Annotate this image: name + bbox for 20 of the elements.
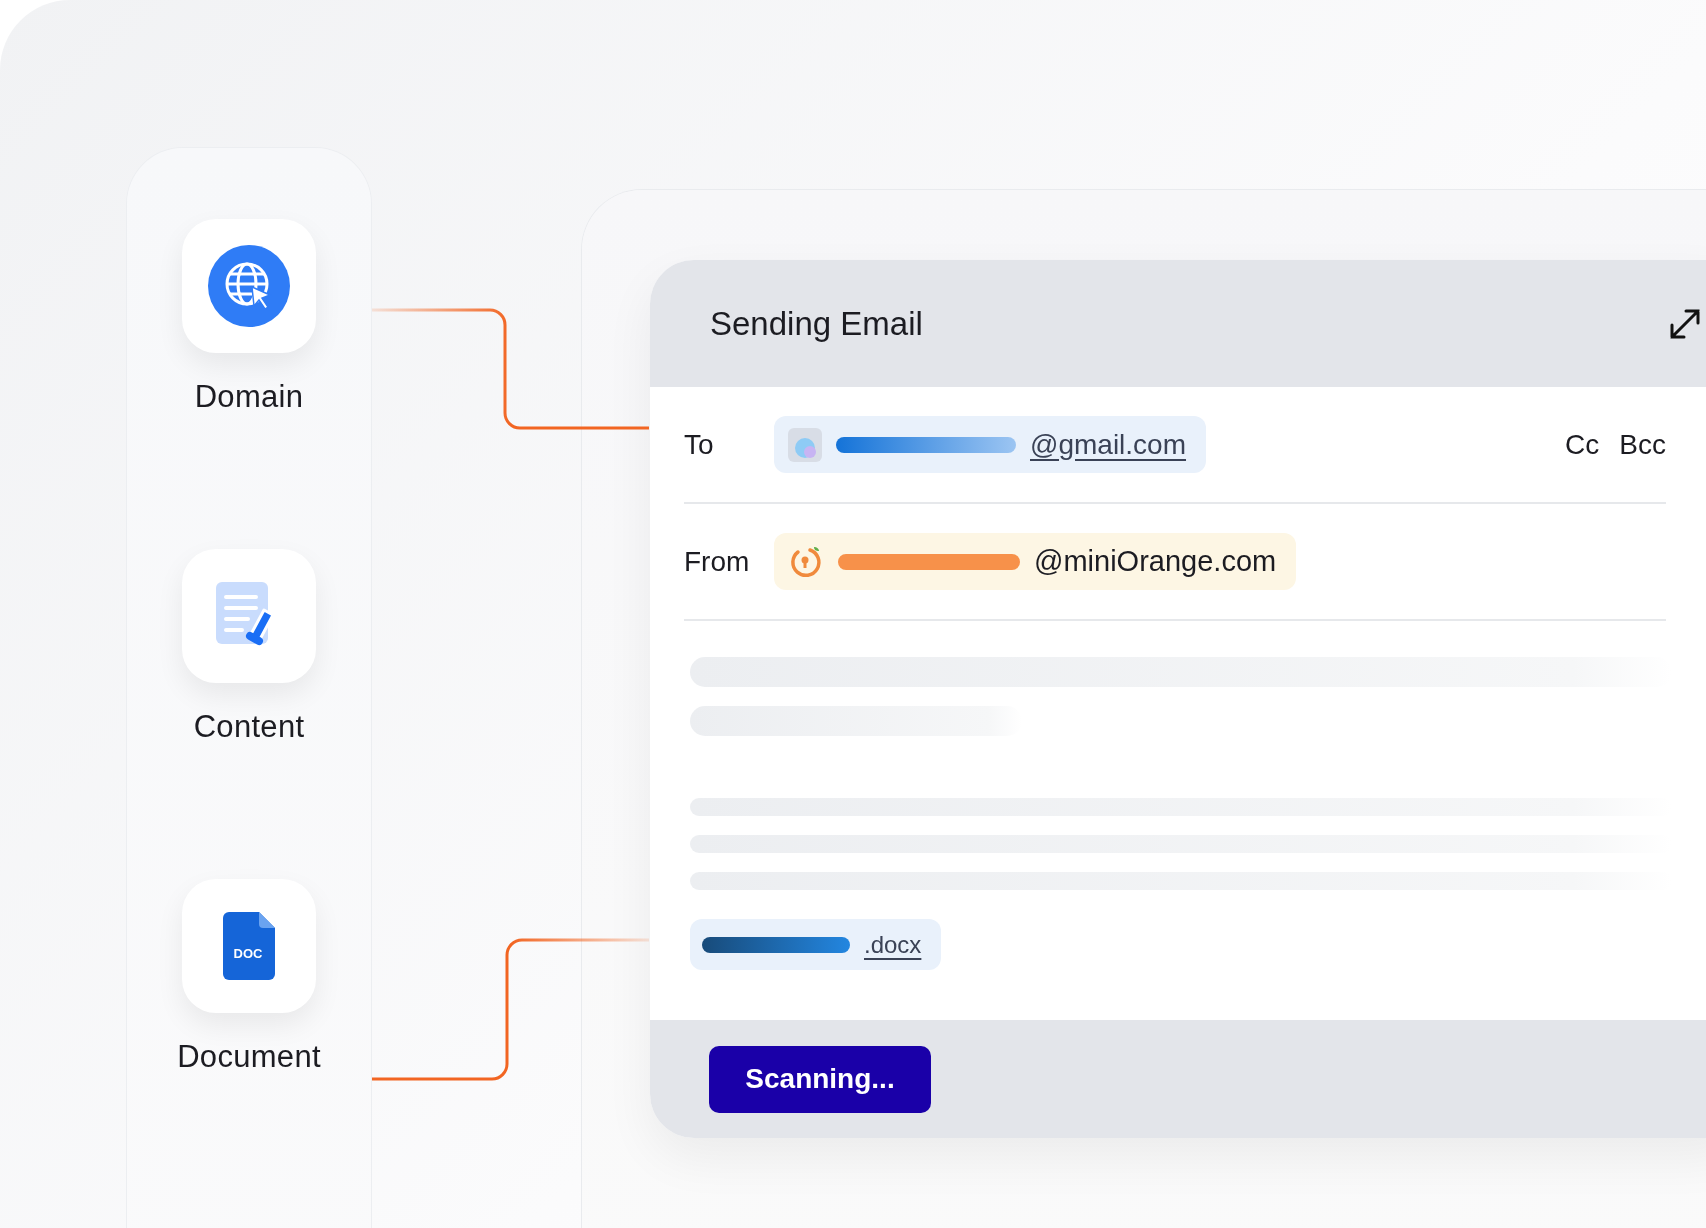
doc-file-icon: DOC <box>223 912 275 980</box>
attachment-chip[interactable]: .docx <box>690 919 942 970</box>
email-address[interactable]: @gmail.com <box>1030 428 1186 461</box>
sidebar-label: Document <box>177 1039 321 1075</box>
window-title: Sending Email <box>710 304 924 343</box>
globe-cursor-icon <box>208 245 290 327</box>
field-label: To <box>684 428 715 461</box>
attachment-link[interactable]: .docx <box>864 930 922 959</box>
sidebar-label: Domain <box>194 379 304 415</box>
field-label: From <box>684 545 751 578</box>
sidebar-label: Content <box>193 709 305 745</box>
recipient-chip[interactable]: @gmail.com <box>774 416 1206 473</box>
scanning-button[interactable]: Scanning... <box>709 1045 931 1113</box>
icon-tile[interactable] <box>182 549 316 683</box>
avatar-icon <box>788 427 822 462</box>
cc-link[interactable]: Cc <box>1565 428 1600 461</box>
icon-tile[interactable] <box>182 219 316 353</box>
icon-tile[interactable]: DOC <box>182 879 316 1013</box>
bcc-link[interactable]: Bcc <box>1619 428 1666 461</box>
email-address: @miniOrange.com <box>1034 545 1277 578</box>
